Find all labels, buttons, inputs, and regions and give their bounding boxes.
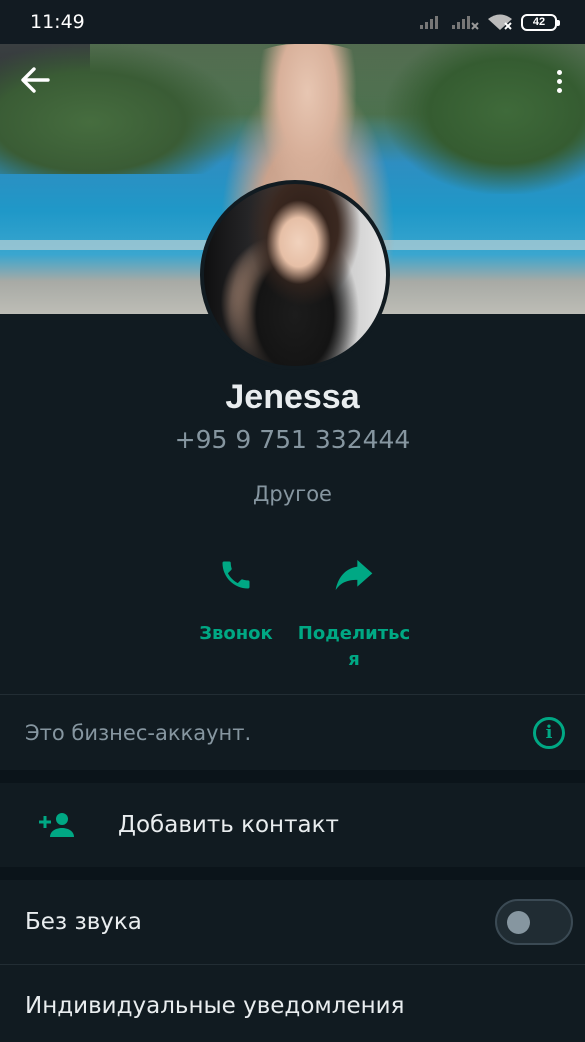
section-gap <box>0 770 585 783</box>
mute-label: Без звука <box>25 909 142 935</box>
mute-toggle[interactable] <box>495 899 573 945</box>
battery-level: 42 <box>532 16 546 28</box>
divider <box>0 964 585 965</box>
more-vertical-icon <box>556 70 562 75</box>
business-account-note: Это бизнес-аккаунт. <box>25 720 252 745</box>
custom-notifications-label: Индивидуальные уведомления <box>25 993 405 1019</box>
info-icon[interactable]: i <box>533 716 565 749</box>
share-button[interactable]: Поделиться <box>294 555 414 673</box>
custom-notifications-row[interactable]: Индивидуальные уведомления <box>0 966 585 1042</box>
arrow-left-icon <box>21 67 50 93</box>
phone-icon <box>222 561 250 589</box>
more-options-button[interactable] <box>555 70 563 93</box>
contact-name: Jenessa <box>225 378 360 416</box>
more-vertical-icon-dot <box>556 79 562 84</box>
cover-photo-trees-right <box>385 44 585 194</box>
add-contact-label: Добавить контакт <box>118 812 339 838</box>
section-gap <box>0 867 585 880</box>
back-button[interactable] <box>20 66 50 98</box>
more-vertical-icon-dot <box>556 88 562 93</box>
signal-icon <box>420 16 438 29</box>
call-button[interactable]: Звонок <box>176 555 296 647</box>
cover-photo-trees-left <box>0 44 240 174</box>
add-person-icon <box>39 813 74 837</box>
status-time: 11:49 <box>30 11 85 33</box>
contact-phone: +95 9 751 332444 <box>174 425 411 454</box>
call-label: Звонок <box>199 623 273 644</box>
wifi-icon <box>488 14 512 30</box>
business-category: Другое <box>253 482 332 506</box>
battery-icon: 42 <box>521 13 560 31</box>
status-icons: 42 <box>419 13 560 31</box>
signal-no-service-icon <box>452 16 479 30</box>
share-label: Поделиться <box>297 623 411 670</box>
toggle-knob <box>507 911 530 934</box>
status-bar: 11:49 42 <box>0 0 585 44</box>
share-arrow-icon <box>335 560 373 590</box>
mute-row[interactable]: Без звука <box>0 880 585 964</box>
business-account-row[interactable]: Это бизнес-аккаунт. i <box>0 695 585 770</box>
add-contact-row[interactable]: Добавить контакт <box>0 783 585 867</box>
profile-avatar[interactable] <box>200 180 390 370</box>
